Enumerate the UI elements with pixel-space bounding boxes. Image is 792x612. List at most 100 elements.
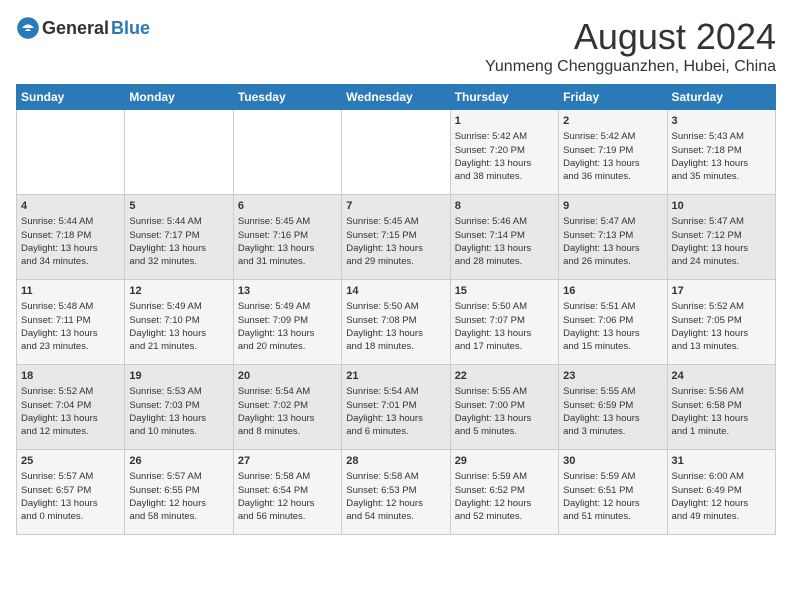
day-info: and 49 minutes.: [672, 510, 771, 523]
logo-blue-text: Blue: [111, 18, 150, 39]
day-info: and 15 minutes.: [563, 340, 662, 353]
day-number: 10: [672, 199, 771, 214]
day-info: Sunrise: 5:42 AM: [563, 130, 662, 143]
day-info: Sunrise: 5:52 AM: [672, 300, 771, 313]
logo-general-text: General: [42, 18, 109, 39]
day-info: Sunrise: 5:56 AM: [672, 385, 771, 398]
day-info: and 23 minutes.: [21, 340, 120, 353]
day-info: Sunrise: 6:00 AM: [672, 470, 771, 483]
calendar-week-3: 11Sunrise: 5:48 AMSunset: 7:11 PMDayligh…: [17, 280, 776, 365]
day-number: 17: [672, 284, 771, 299]
day-info: Sunset: 7:08 PM: [346, 314, 445, 327]
day-number: 22: [455, 369, 554, 384]
day-info: Sunset: 7:14 PM: [455, 229, 554, 242]
day-number: 23: [563, 369, 662, 384]
day-info: Sunrise: 5:43 AM: [672, 130, 771, 143]
day-number: 16: [563, 284, 662, 299]
calendar-cell: 8Sunrise: 5:46 AMSunset: 7:14 PMDaylight…: [450, 195, 558, 280]
calendar-cell: [342, 110, 450, 195]
day-info: Sunrise: 5:55 AM: [455, 385, 554, 398]
header-tuesday: Tuesday: [233, 85, 341, 110]
day-number: 11: [21, 284, 120, 299]
day-info: Sunrise: 5:42 AM: [455, 130, 554, 143]
day-info: Sunset: 7:20 PM: [455, 144, 554, 157]
calendar-cell: 2Sunrise: 5:42 AMSunset: 7:19 PMDaylight…: [559, 110, 667, 195]
day-info: Sunrise: 5:45 AM: [238, 215, 337, 228]
day-info: Sunset: 7:05 PM: [672, 314, 771, 327]
day-info: and 1 minute.: [672, 425, 771, 438]
logo-icon: [16, 16, 40, 40]
header-row: Sunday Monday Tuesday Wednesday Thursday…: [17, 85, 776, 110]
day-info: and 51 minutes.: [563, 510, 662, 523]
calendar-cell: 6Sunrise: 5:45 AMSunset: 7:16 PMDaylight…: [233, 195, 341, 280]
calendar-cell: 24Sunrise: 5:56 AMSunset: 6:58 PMDayligh…: [667, 365, 775, 450]
calendar-cell: 18Sunrise: 5:52 AMSunset: 7:04 PMDayligh…: [17, 365, 125, 450]
day-info: and 36 minutes.: [563, 170, 662, 183]
calendar-cell: 28Sunrise: 5:58 AMSunset: 6:53 PMDayligh…: [342, 450, 450, 535]
day-info: Daylight: 13 hours: [129, 412, 228, 425]
calendar-cell: 3Sunrise: 5:43 AMSunset: 7:18 PMDaylight…: [667, 110, 775, 195]
day-number: 18: [21, 369, 120, 384]
calendar-cell: 11Sunrise: 5:48 AMSunset: 7:11 PMDayligh…: [17, 280, 125, 365]
day-number: 31: [672, 454, 771, 469]
day-info: Sunrise: 5:59 AM: [455, 470, 554, 483]
day-number: 12: [129, 284, 228, 299]
calendar-week-5: 25Sunrise: 5:57 AMSunset: 6:57 PMDayligh…: [17, 450, 776, 535]
day-number: 4: [21, 199, 120, 214]
day-info: Daylight: 13 hours: [346, 412, 445, 425]
day-info: Daylight: 13 hours: [672, 242, 771, 255]
day-number: 6: [238, 199, 337, 214]
page-header: General Blue August 2024 Yunmeng Chenggu…: [16, 16, 776, 76]
calendar-body: 1Sunrise: 5:42 AMSunset: 7:20 PMDaylight…: [17, 110, 776, 535]
calendar-cell: 10Sunrise: 5:47 AMSunset: 7:12 PMDayligh…: [667, 195, 775, 280]
day-info: and 24 minutes.: [672, 255, 771, 268]
calendar-cell: 20Sunrise: 5:54 AMSunset: 7:02 PMDayligh…: [233, 365, 341, 450]
calendar-cell: 14Sunrise: 5:50 AMSunset: 7:08 PMDayligh…: [342, 280, 450, 365]
month-title: August 2024: [485, 16, 776, 58]
day-info: and 58 minutes.: [129, 510, 228, 523]
day-info: and 35 minutes.: [672, 170, 771, 183]
day-number: 1: [455, 114, 554, 129]
day-info: Sunset: 7:04 PM: [21, 399, 120, 412]
day-info: Daylight: 13 hours: [672, 157, 771, 170]
day-info: Sunset: 7:12 PM: [672, 229, 771, 242]
day-info: Sunset: 7:07 PM: [455, 314, 554, 327]
day-info: Sunset: 6:53 PM: [346, 484, 445, 497]
day-info: Daylight: 12 hours: [563, 497, 662, 510]
day-number: 8: [455, 199, 554, 214]
day-info: Daylight: 13 hours: [563, 412, 662, 425]
calendar-cell: [233, 110, 341, 195]
calendar-cell: 7Sunrise: 5:45 AMSunset: 7:15 PMDaylight…: [342, 195, 450, 280]
day-number: 5: [129, 199, 228, 214]
day-number: 9: [563, 199, 662, 214]
day-number: 21: [346, 369, 445, 384]
day-info: Sunset: 6:52 PM: [455, 484, 554, 497]
day-info: Sunrise: 5:50 AM: [455, 300, 554, 313]
day-number: 26: [129, 454, 228, 469]
day-number: 30: [563, 454, 662, 469]
calendar-cell: 22Sunrise: 5:55 AMSunset: 7:00 PMDayligh…: [450, 365, 558, 450]
day-info: Sunrise: 5:44 AM: [129, 215, 228, 228]
day-number: 3: [672, 114, 771, 129]
day-info: and 28 minutes.: [455, 255, 554, 268]
calendar-cell: 19Sunrise: 5:53 AMSunset: 7:03 PMDayligh…: [125, 365, 233, 450]
day-info: Sunrise: 5:57 AM: [21, 470, 120, 483]
calendar-cell: 21Sunrise: 5:54 AMSunset: 7:01 PMDayligh…: [342, 365, 450, 450]
day-info: Daylight: 13 hours: [455, 242, 554, 255]
day-info: Sunset: 6:55 PM: [129, 484, 228, 497]
day-info: Sunrise: 5:50 AM: [346, 300, 445, 313]
day-info: Daylight: 13 hours: [129, 327, 228, 340]
day-info: Sunset: 7:01 PM: [346, 399, 445, 412]
day-info: and 6 minutes.: [346, 425, 445, 438]
header-sunday: Sunday: [17, 85, 125, 110]
day-info: Daylight: 13 hours: [238, 242, 337, 255]
calendar-cell: 16Sunrise: 5:51 AMSunset: 7:06 PMDayligh…: [559, 280, 667, 365]
calendar-week-1: 1Sunrise: 5:42 AMSunset: 7:20 PMDaylight…: [17, 110, 776, 195]
location-title: Yunmeng Chengguanzhen, Hubei, China: [485, 58, 776, 76]
day-info: Daylight: 12 hours: [455, 497, 554, 510]
day-info: Daylight: 13 hours: [238, 327, 337, 340]
day-info: and 12 minutes.: [21, 425, 120, 438]
day-info: and 56 minutes.: [238, 510, 337, 523]
day-info: Sunset: 7:15 PM: [346, 229, 445, 242]
day-info: Sunset: 6:58 PM: [672, 399, 771, 412]
